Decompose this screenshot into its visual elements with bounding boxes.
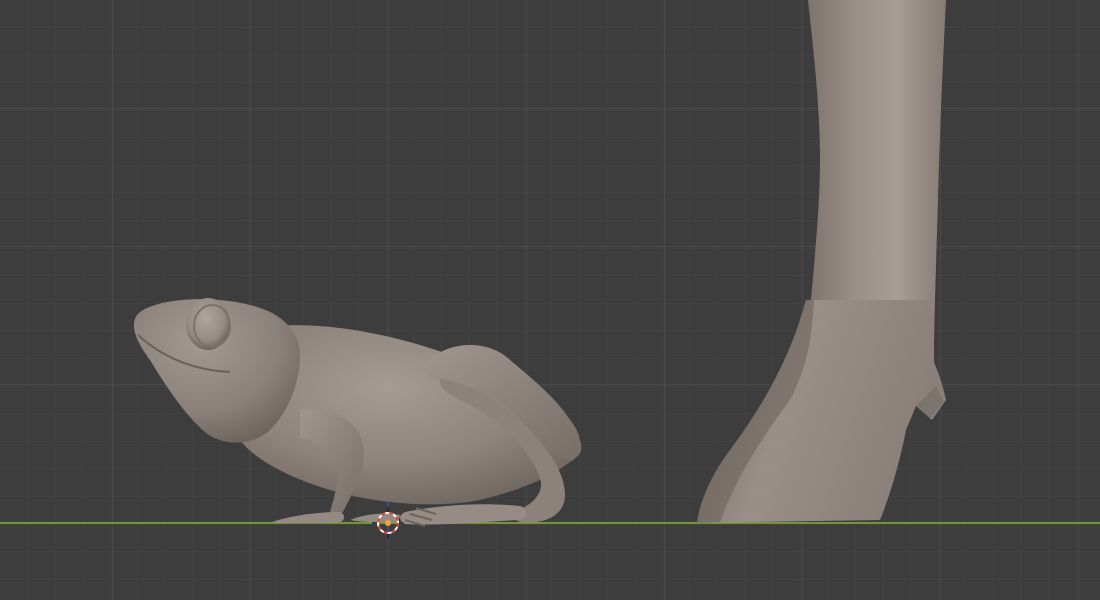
- 3d-viewport[interactable]: [0, 0, 1100, 600]
